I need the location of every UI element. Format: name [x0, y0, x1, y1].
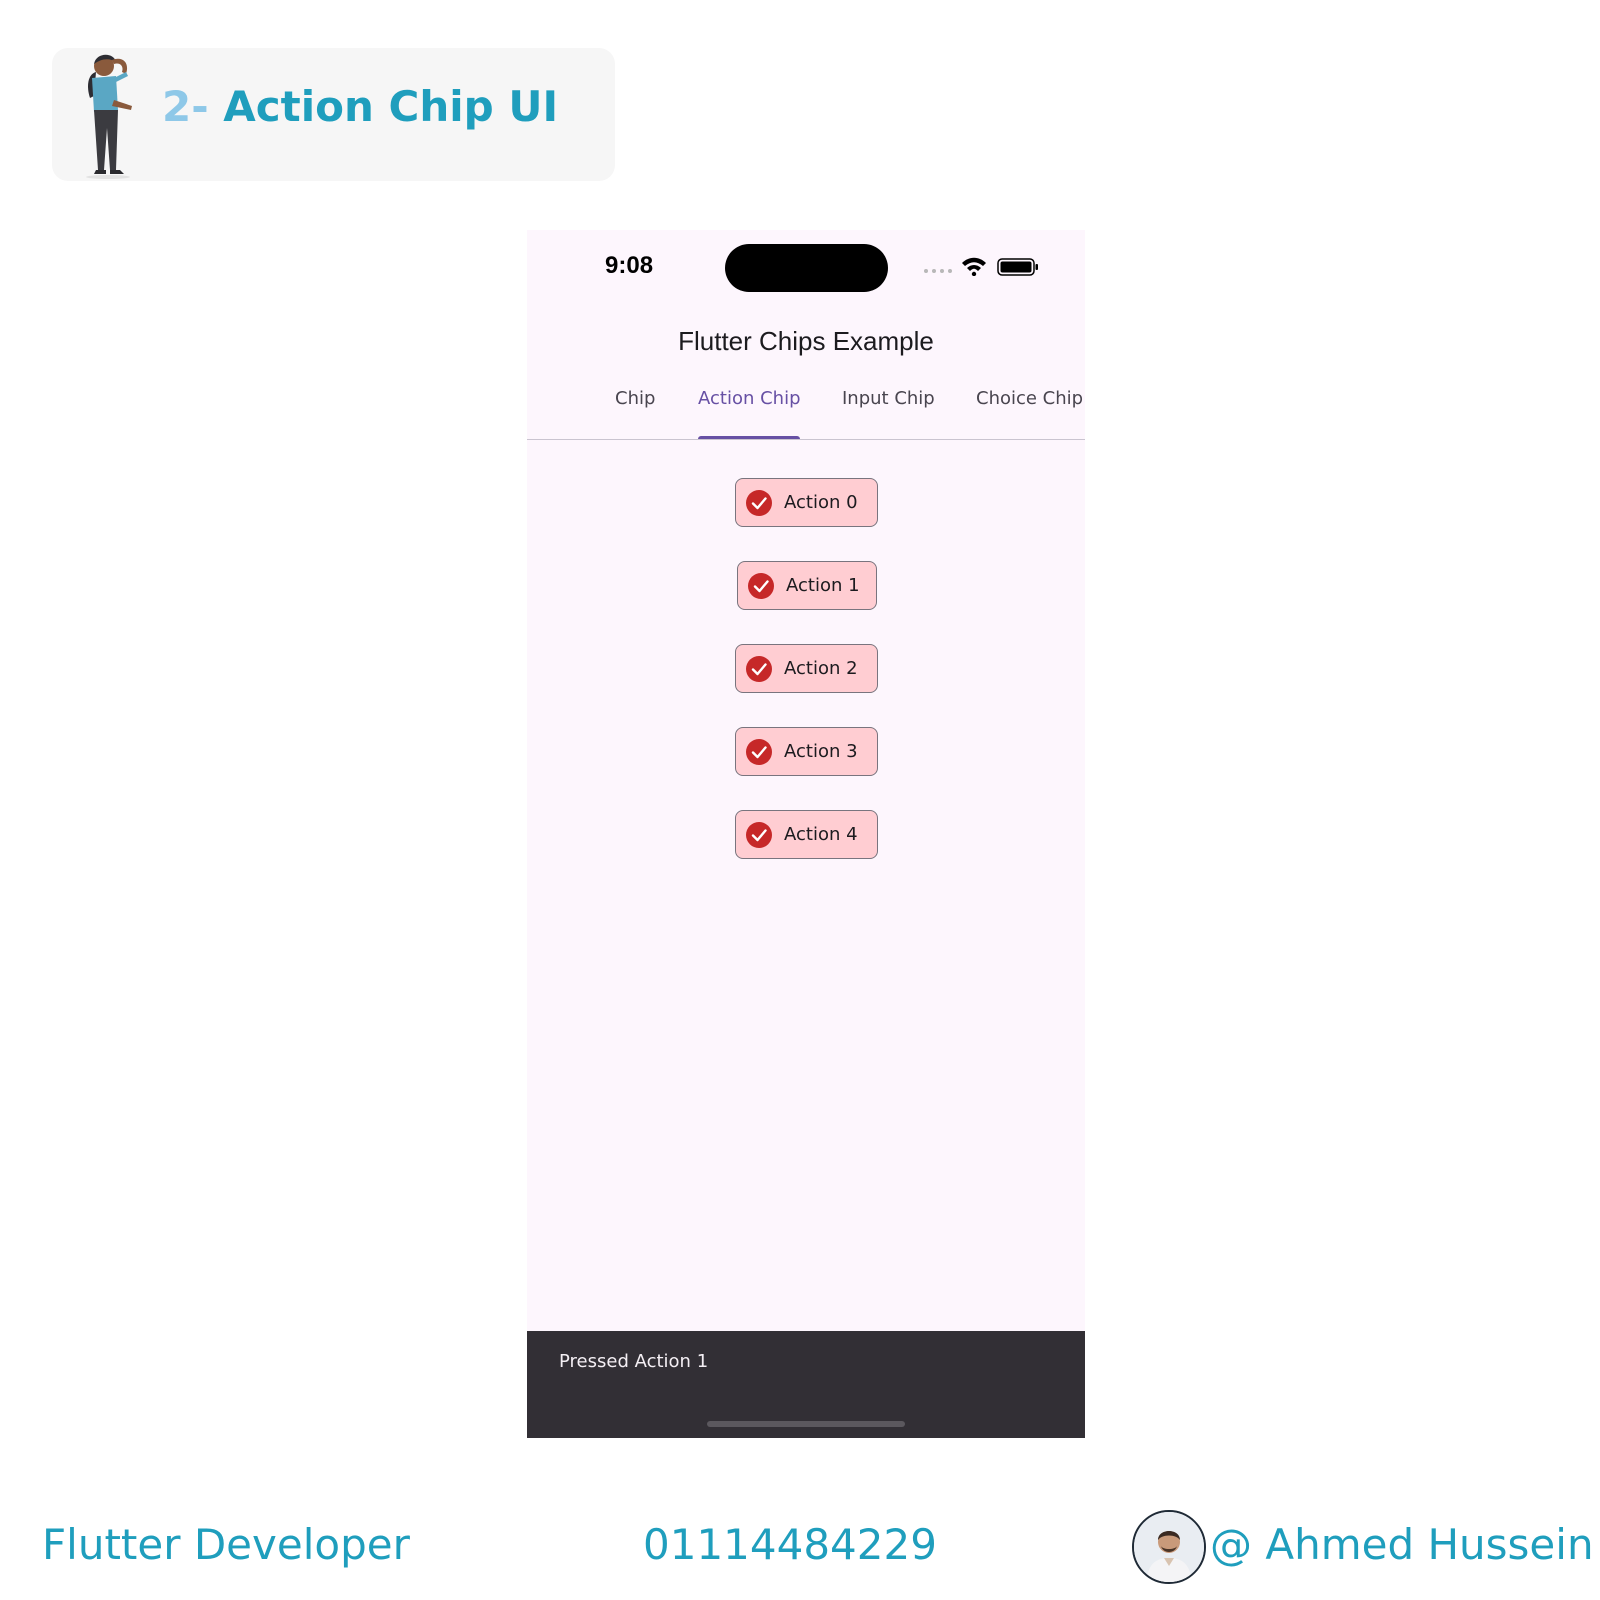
snackbar-message: Pressed Action 1 — [559, 1351, 709, 1372]
tab-choice-chip[interactable]: Choice Chip — [976, 388, 1083, 409]
phone-screen: 9:08 Flutter Chips Example Chip Action C… — [527, 230, 1085, 1438]
person-photo-icon — [1134, 1512, 1204, 1582]
battery-icon — [997, 258, 1038, 276]
action-chip-2[interactable]: Action 2 — [735, 644, 878, 693]
title-number: 2- — [162, 82, 209, 131]
footer-phone-number: 01114484229 — [643, 1520, 937, 1569]
chip-label: Action 1 — [786, 575, 860, 596]
wifi-icon — [962, 257, 986, 276]
action-chip-0[interactable]: Action 0 — [735, 478, 878, 527]
page-title: 2- Action Chip UI — [162, 82, 558, 131]
tab-bar: Chip Action Chip Input Chip Choice Chip — [527, 380, 1085, 430]
footer-handle: @ Ahmed Hussein — [1210, 1520, 1594, 1569]
status-time: 9:08 — [605, 252, 654, 279]
footer-role: Flutter Developer — [42, 1520, 410, 1569]
action-chip-3[interactable]: Action 3 — [735, 727, 878, 776]
title-main: Action Chip UI — [223, 82, 559, 131]
action-chip-1[interactable]: Action 1 — [737, 561, 877, 610]
check-circle-icon — [746, 738, 772, 765]
tab-chip[interactable]: Chip — [615, 388, 655, 409]
chip-label: Action 0 — [784, 492, 858, 513]
person-illustration-icon — [86, 54, 132, 179]
home-indicator[interactable] — [707, 1421, 905, 1427]
chip-label: Action 2 — [784, 658, 858, 679]
avatar — [1132, 1510, 1206, 1584]
action-chip-4[interactable]: Action 4 — [735, 810, 878, 859]
tab-action-chip[interactable]: Action Chip — [698, 388, 801, 409]
tab-divider — [527, 439, 1085, 440]
check-circle-icon — [746, 489, 772, 516]
snackbar: Pressed Action 1 — [527, 1331, 1085, 1438]
check-circle-icon — [746, 821, 772, 848]
dynamic-island — [725, 244, 888, 292]
chip-label: Action 3 — [784, 741, 858, 762]
check-circle-icon — [746, 655, 772, 682]
app-bar-title: Flutter Chips Example — [678, 326, 934, 356]
check-circle-icon — [748, 572, 774, 599]
cellular-signal-icon — [924, 269, 952, 273]
chip-label: Action 4 — [784, 824, 858, 845]
tab-input-chip[interactable]: Input Chip — [842, 388, 935, 409]
title-card: 2- Action Chip UI — [52, 48, 615, 181]
